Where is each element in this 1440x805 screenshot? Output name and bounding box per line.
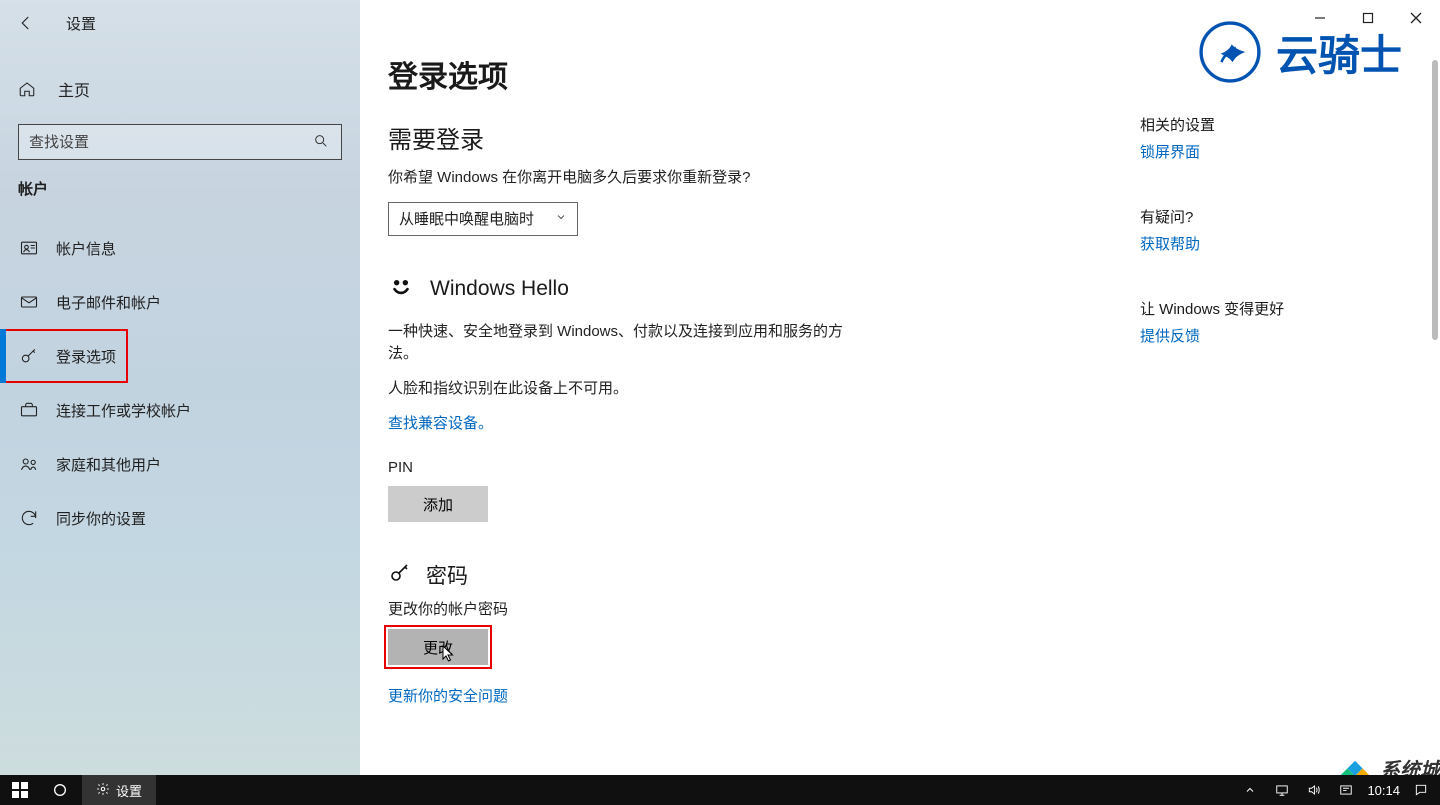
sidebar-item-label: 连接工作或学校帐户 [56,400,191,421]
sidebar-item-sync[interactable]: 同步你的设置 [0,491,360,545]
search-icon [313,133,331,151]
sidebar-item-work-school[interactable]: 连接工作或学校帐户 [0,383,360,437]
tray-monitor-icon[interactable] [1271,783,1293,797]
cortana-button[interactable] [40,775,80,805]
notifications-button[interactable] [1410,783,1432,797]
home-icon [18,80,36,98]
question-heading: 有疑问? [1140,206,1440,227]
category-label: 帐户 [0,178,360,199]
smile-icon [388,274,414,305]
sidebar-item-signin-options[interactable]: 登录选项 [0,329,128,383]
related-heading: 相关的设置 [1140,114,1440,135]
user-icon [18,238,40,258]
key-icon [388,561,412,590]
sidebar-item-email[interactable]: 电子邮件和帐户 [0,275,360,329]
tray-chevron-up-icon[interactable] [1239,784,1261,796]
require-signin-question: 你希望 Windows 在你离开电脑多久后要求你重新登录? [388,167,868,190]
cursor-icon [442,645,456,668]
get-help-link[interactable]: 获取帮助 [1140,233,1440,254]
chevron-down-icon [555,210,567,227]
search-settings-input[interactable] [18,124,342,160]
dropdown-selected: 从睡眠中唤醒电脑时 [399,208,534,229]
start-button[interactable] [0,775,40,805]
taskbar: 设置 10:14 [0,775,1440,805]
key-icon [18,346,40,366]
find-compatible-devices-link[interactable]: 查找兼容设备。 [388,412,493,433]
sidebar-item-family[interactable]: 家庭和其他用户 [0,437,360,491]
add-pin-button[interactable]: 添加 [388,486,488,522]
hello-unavailable: 人脸和指纹识别在此设备上不可用。 [388,378,868,401]
tray-volume-icon[interactable] [1303,783,1325,797]
hello-desc: 一种快速、安全地登录到 Windows、付款以及连接到应用和服务的方法。 [388,321,868,366]
sidebar-item-label: 帐户信息 [56,238,116,259]
gear-icon [96,782,110,799]
taskbar-app-label: 设置 [116,781,142,800]
brand-text: 云骑士 [1276,22,1402,83]
update-security-questions-link[interactable]: 更新你的安全问题 [388,685,508,706]
mail-icon [18,292,40,312]
brand-logo: 云骑士 [1196,18,1402,86]
hello-title: Windows Hello [430,277,569,301]
change-password-button[interactable]: 更改 [388,629,488,665]
feedback-heading: 让 Windows 变得更好 [1140,298,1440,319]
sidebar-item-label: 同步你的设置 [56,508,146,529]
sync-icon [18,508,40,528]
require-signin-dropdown[interactable]: 从睡眠中唤醒电脑时 [388,202,578,236]
tray-ime-icon[interactable] [1335,783,1357,797]
home-label: 主页 [58,77,90,101]
sidebar: 设置 主页 帐户 帐户信息 电子邮件和帐户 登录选项 [0,0,360,775]
settings-title: 设置 [66,13,96,34]
briefcase-icon [18,400,40,420]
sidebar-item-label: 电子邮件和帐户 [56,292,161,313]
home-nav[interactable]: 主页 [0,62,360,116]
related-links: 相关的设置 锁屏界面 有疑问? 获取帮助 让 Windows 变得更好 提供反馈 [1140,0,1440,775]
password-title: 密码 [426,560,468,590]
sidebar-item-label: 登录选项 [56,346,116,367]
sidebar-item-label: 家庭和其他用户 [56,454,161,475]
back-button[interactable] [14,11,38,35]
sidebar-item-account-info[interactable]: 帐户信息 [0,221,360,275]
people-icon [18,454,40,474]
give-feedback-link[interactable]: 提供反馈 [1140,325,1440,346]
taskbar-app-settings[interactable]: 设置 [82,775,156,805]
search-input[interactable] [29,134,313,151]
lock-screen-link[interactable]: 锁屏界面 [1140,141,1440,162]
taskbar-time[interactable]: 10:14 [1367,783,1400,798]
